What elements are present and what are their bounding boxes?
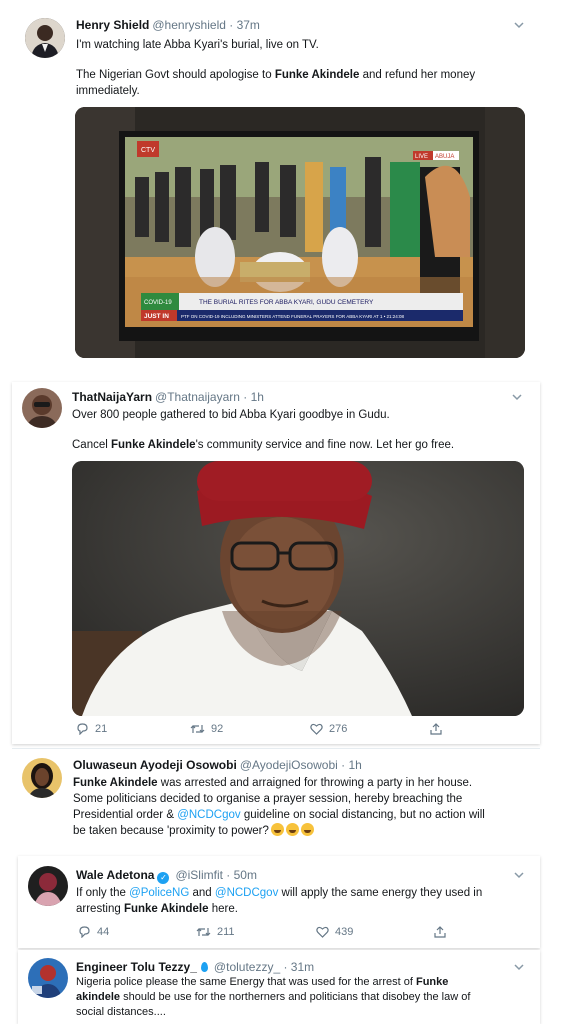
tweet-actions: 44 211 439 — [76, 926, 526, 942]
tweet-line: Funke Akindele was arrested and arraigne… — [73, 777, 473, 789]
like-count: 439 — [335, 926, 354, 938]
author-name[interactable]: Wale Adetona — [76, 868, 154, 882]
mention-link[interactable]: @PoliceNG — [129, 887, 189, 899]
svg-text:LIVE: LIVE — [415, 154, 428, 160]
crying-emoji-icon — [270, 823, 284, 836]
avatar[interactable] — [28, 958, 68, 998]
reply-button[interactable]: 21 — [76, 723, 107, 735]
reply-icon — [79, 926, 90, 938]
tweet-actions: 21 92 276 — [72, 723, 524, 739]
tweet-line: akindele should be use for the northerne… — [76, 991, 471, 1003]
share-icon — [434, 926, 446, 938]
tweet-header: Oluwaseun Ayodeji Osowobi @AyodejiOsowobi… — [73, 758, 362, 772]
chevron-down-icon[interactable] — [512, 393, 522, 401]
tweet-text: If only the @PoliceNG and @NCDCgov will … — [76, 885, 526, 917]
retweet-icon — [190, 725, 205, 733]
author-handle[interactable]: @Thatnaijayarn · 1h — [155, 390, 264, 404]
svg-text:THE BURIAL RITES FOR ABBA KYAR: THE BURIAL RITES FOR ABBA KYARI, GUDU CE… — [199, 299, 374, 306]
svg-text:COVID-19: COVID-19 — [144, 300, 172, 306]
retweet-button[interactable]: 92 — [190, 723, 223, 735]
avatar[interactable] — [25, 18, 65, 58]
author-name[interactable]: Henry Shield — [76, 18, 149, 32]
tweet-text: Over 800 people gathered to bid Abba Kya… — [72, 407, 522, 453]
divider — [12, 748, 540, 749]
like-button[interactable]: 276 — [310, 723, 347, 735]
tweet-thatnaijayarn[interactable]: ThatNaijaYarn @Thatnaijayarn · 1h Over 80… — [12, 382, 540, 744]
avatar[interactable] — [22, 758, 62, 798]
mention-link[interactable]: @NCDCgov — [177, 809, 240, 821]
retweet-button[interactable]: 211 — [196, 926, 235, 938]
tweet-text: I'm watching late Abba Kyari's burial, l… — [76, 37, 526, 99]
tweet-line: Nigeria police please the same Energy th… — [76, 976, 449, 988]
like-count: 276 — [329, 723, 348, 735]
crying-emoji-icon — [300, 823, 314, 836]
tweet-header: ThatNaijaYarn @Thatnaijayarn · 1h — [72, 390, 264, 404]
share-icon — [430, 723, 442, 735]
tv-screen-illustration: CTV LIVE ABUJA COVID-19 THE BURIAL RITES… — [75, 107, 525, 358]
author-handle[interactable]: @tolutezzy_ · 31m — [214, 960, 314, 974]
svg-text:JUST IN: JUST IN — [144, 313, 169, 320]
chevron-down-icon[interactable] — [514, 871, 524, 879]
tweet-photo-portrait[interactable] — [72, 461, 524, 716]
mention-bold: Funke Akindele — [73, 777, 158, 789]
retweet-icon — [196, 928, 211, 936]
tweet-header: Wale Adetona ✓ @iSlimfit · 50m — [76, 868, 257, 884]
retweet-count: 92 — [211, 723, 224, 735]
heart-icon — [310, 723, 323, 735]
author-name[interactable]: Engineer Tolu Tezzy_ — [76, 960, 197, 974]
mention-bold: Funke Akindele — [274, 69, 360, 81]
tweet-paragraph: Cancel Funke Akindele's community servic… — [72, 439, 455, 451]
tweet-paragraph: The Nigerian Govt should apologise to Fu… — [76, 69, 476, 97]
water-drop-icon — [200, 962, 208, 972]
mention-bold: akindele — [76, 991, 121, 1003]
reply-icon — [77, 723, 88, 735]
verified-badge-icon: ✓ — [157, 872, 170, 884]
tweet-line: Some politicians decided to organise a p… — [73, 793, 463, 805]
reply-button[interactable]: 44 — [78, 926, 109, 938]
mention-bold: Funke Akindele — [111, 439, 196, 451]
tweet-line: Presidential order & @NCDCgov guideline … — [73, 809, 485, 821]
tweet-line: social distances.... — [76, 1006, 166, 1018]
author-handle[interactable]: @iSlimfit · 50m — [175, 868, 257, 882]
portrait-illustration — [72, 461, 524, 716]
tweet-text: Nigeria police please the same Energy th… — [76, 975, 536, 1020]
reply-count: 44 — [97, 926, 110, 938]
mention-bold: Funke Akindele — [123, 903, 209, 915]
avatar[interactable] — [28, 866, 68, 906]
author-handle[interactable]: @AyodejiOsowobi · 1h — [240, 758, 362, 772]
tweet-text: Funke Akindele was arrested and arraigne… — [73, 775, 535, 839]
reply-count: 21 — [95, 723, 108, 735]
crying-emoji-icon — [285, 823, 299, 836]
retweet-count: 211 — [217, 926, 235, 938]
tweet-paragraph: I'm watching late Abba Kyari's burial, l… — [76, 39, 319, 51]
author-name[interactable]: Oluwaseun Ayodeji Osowobi — [73, 758, 237, 772]
tweet-paragraph: Over 800 people gathered to bid Abba Kya… — [72, 409, 390, 421]
heart-icon — [316, 926, 329, 938]
share-button[interactable] — [430, 723, 442, 735]
tweet-henry-shield[interactable]: Henry Shield @henryshield · 37m I'm watch… — [12, 6, 540, 368]
svg-text:ABUJA: ABUJA — [435, 154, 454, 160]
tweet-header: Henry Shield @henryshield · 37m — [76, 18, 260, 32]
author-name[interactable]: ThatNaijaYarn — [72, 390, 152, 404]
tweet-tolu-tezzy[interactable]: Engineer Tolu Tezzy_ @tolutezzy_ · 31m Ni… — [18, 950, 540, 1024]
tweet-osowobi[interactable]: Oluwaseun Ayodeji Osowobi @AyodejiOsowobi… — [12, 748, 540, 844]
svg-text:PTF ON COVID-19 INCLUDING MINI: PTF ON COVID-19 INCLUDING MINISTERS ATTE… — [181, 314, 405, 319]
share-button[interactable] — [434, 926, 446, 938]
tweet-header: Engineer Tolu Tezzy_ @tolutezzy_ · 31m — [76, 960, 314, 974]
tweet-line: arresting Funke Akindele here. — [76, 903, 238, 915]
tweet-line: If only the @PoliceNG and @NCDCgov will … — [76, 887, 483, 899]
chevron-down-icon[interactable] — [514, 21, 524, 29]
author-handle[interactable]: @henryshield · 37m — [152, 18, 260, 32]
mention-link[interactable]: @NCDCgov — [215, 887, 278, 899]
like-button[interactable]: 439 — [316, 926, 353, 938]
tweet-line: be taken because 'proximity to power? — [73, 823, 535, 839]
svg-text:CTV: CTV — [141, 147, 155, 154]
tweet-wale-adetona[interactable]: Wale Adetona ✓ @iSlimfit · 50m If only the… — [18, 856, 540, 948]
avatar[interactable] — [22, 388, 62, 428]
chevron-down-icon[interactable] — [514, 963, 524, 971]
mention-bold: Funke — [415, 976, 449, 988]
tweet-photo-tv[interactable]: CTV LIVE ABUJA COVID-19 THE BURIAL RITES… — [75, 107, 525, 358]
